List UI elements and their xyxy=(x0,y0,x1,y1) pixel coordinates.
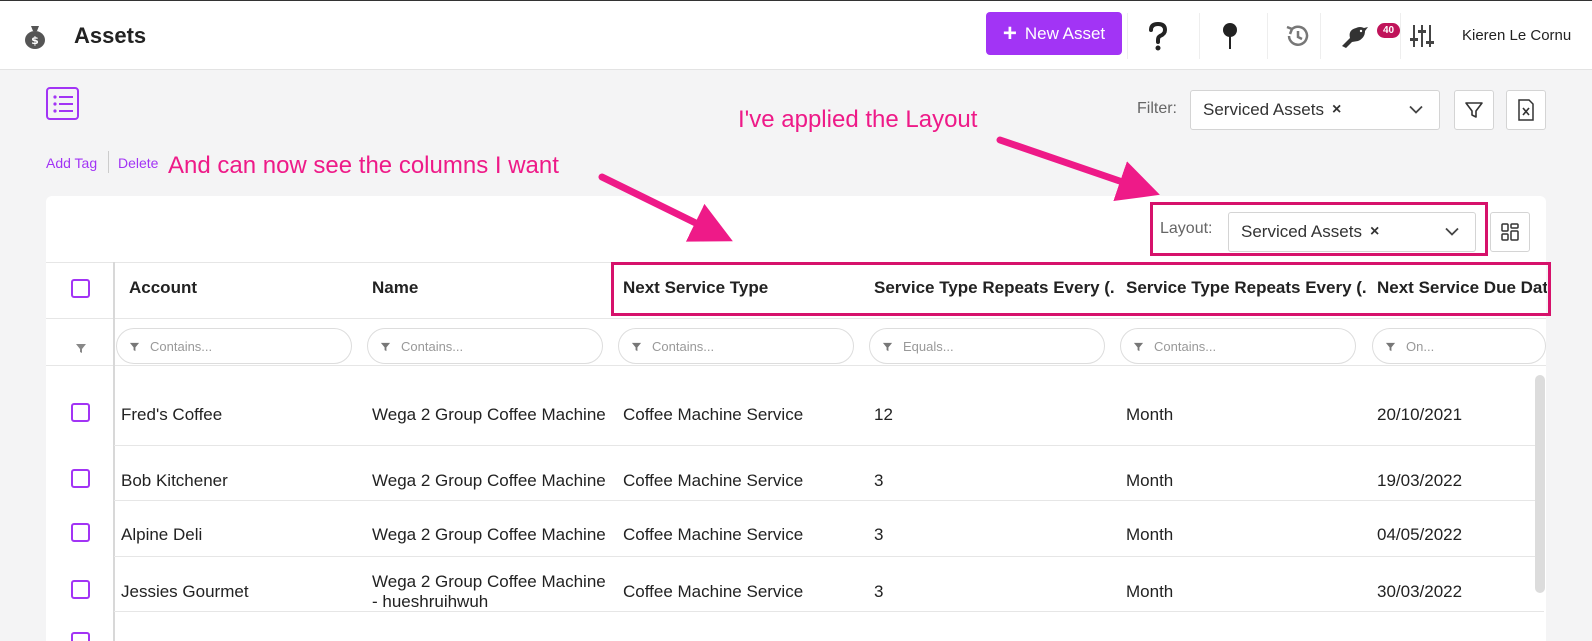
filter-select[interactable]: Serviced Assets × xyxy=(1190,90,1440,130)
location-button[interactable] xyxy=(1199,13,1259,59)
cell-repeats-unit: Month xyxy=(1126,471,1174,490)
money-bag-icon: $ xyxy=(25,26,45,49)
cell-repeats-value: 3 xyxy=(874,471,884,490)
cell-due-date: 20/10/2021 xyxy=(1377,405,1463,424)
cell-repeats-value: 3 xyxy=(874,582,884,601)
svg-text:$: $ xyxy=(31,34,39,47)
row-checkbox[interactable] xyxy=(71,632,90,641)
filter-placeholder: Equals... xyxy=(903,338,954,354)
grid-layout-icon xyxy=(1501,223,1519,241)
cell-name: Wega 2 Group Coffee Machine - hueshruihw… xyxy=(372,572,606,611)
cell-service-type: Coffee Machine Service xyxy=(623,525,804,544)
top-bar: $ Assets + New Asset 40 Kieren Le Cornu xyxy=(0,0,1592,70)
cell-service-type: Coffee Machine Service xyxy=(623,471,804,490)
funnel-icon xyxy=(882,342,893,351)
funnel-icon xyxy=(1385,342,1396,351)
list-icon xyxy=(52,94,73,113)
funnel-icon xyxy=(1133,342,1144,351)
cell-repeats-unit: Month xyxy=(1126,525,1174,544)
filter-input-repeats-unit[interactable]: Contains... xyxy=(1120,328,1356,364)
column-header-account[interactable]: Account xyxy=(129,278,349,298)
funnel-icon xyxy=(129,342,140,351)
annotation-layout-highlight xyxy=(1150,202,1488,256)
cell-due-date: 30/03/2022 xyxy=(1377,582,1463,601)
sliders-icon xyxy=(1409,25,1434,47)
cell-name: Wega 2 Group Coffee Machine xyxy=(372,405,606,424)
annotation-columns-note: And can now see the columns I want xyxy=(168,152,559,179)
cell-repeats-value: 12 xyxy=(874,405,893,424)
column-header-name[interactable]: Name xyxy=(372,278,592,298)
row-checkbox[interactable] xyxy=(71,523,90,542)
cell-service-type: Coffee Machine Service xyxy=(623,405,804,424)
filter-input-account[interactable]: Contains... xyxy=(116,328,352,364)
new-asset-button[interactable]: + New Asset xyxy=(986,12,1122,55)
row-divider xyxy=(114,611,1544,612)
filter-button[interactable] xyxy=(1454,90,1494,130)
vertical-scrollbar[interactable] xyxy=(1535,375,1545,593)
action-separator xyxy=(108,151,109,173)
cell-account: Alpine Deli xyxy=(121,525,203,544)
delete-link[interactable]: Delete xyxy=(118,155,158,171)
excel-file-icon xyxy=(1518,99,1534,121)
arrow-to-layout xyxy=(996,136,1160,202)
annotation-columns-highlight xyxy=(611,262,1551,316)
cell-service-type: Coffee Machine Service xyxy=(623,582,804,601)
row-filter-icon xyxy=(76,344,86,353)
cell-due-date: 19/03/2022 xyxy=(1377,471,1463,490)
cell-name: Wega 2 Group Coffee Machine xyxy=(372,525,606,544)
funnel-icon xyxy=(631,342,642,351)
row-divider xyxy=(114,500,1544,501)
cell-account: Jessies Gourmet xyxy=(121,582,249,601)
row-divider xyxy=(114,445,1544,446)
export-excel-button[interactable] xyxy=(1506,90,1546,130)
filter-select-value: Serviced Assets xyxy=(1203,100,1324,119)
filter-input-name[interactable]: Contains... xyxy=(367,328,603,364)
frozen-column-divider xyxy=(113,262,115,641)
clear-filter-icon[interactable]: × xyxy=(1332,101,1341,119)
row-divider xyxy=(114,556,1544,557)
filter-placeholder: Contains... xyxy=(401,338,464,354)
pin-icon xyxy=(1222,23,1237,49)
filter-placeholder: Contains... xyxy=(150,338,213,354)
bird-icon xyxy=(1341,27,1368,48)
user-name[interactable]: Kieren Le Cornu xyxy=(1462,27,1571,44)
cell-name: Wega 2 Group Coffee Machine xyxy=(372,471,606,490)
funnel-icon xyxy=(1465,102,1483,118)
filter-input-due-date[interactable]: On... xyxy=(1372,328,1546,364)
filter-placeholder: Contains... xyxy=(652,338,715,354)
row-checkbox[interactable] xyxy=(71,403,90,422)
notifications-button[interactable] xyxy=(1320,13,1386,59)
settings-button[interactable] xyxy=(1400,13,1442,59)
column-chooser-button[interactable] xyxy=(1490,212,1530,252)
history-icon xyxy=(1286,25,1308,46)
cell-account: Bob Kitchener xyxy=(121,471,228,490)
cell-repeats-unit: Month xyxy=(1126,582,1174,601)
add-tag-link[interactable]: Add Tag xyxy=(46,155,97,171)
page-title: Assets xyxy=(74,23,147,48)
select-all-checkbox[interactable] xyxy=(71,279,90,298)
funnel-icon xyxy=(380,342,391,351)
plus-icon: + xyxy=(1002,19,1017,47)
cell-account: Fred's Coffee xyxy=(121,405,223,424)
filter-input-repeats-value[interactable]: Equals... xyxy=(869,328,1105,364)
cell-repeats-unit: Month xyxy=(1126,405,1174,424)
annotation-layout-note: I've applied the Layout xyxy=(738,106,978,133)
notification-badge: 40 xyxy=(1377,23,1401,38)
cell-repeats-value: 3 xyxy=(874,525,884,544)
chevron-down-icon xyxy=(1409,105,1423,114)
row-checkbox[interactable] xyxy=(71,580,90,599)
filter-input-next-service-type[interactable]: Contains... xyxy=(618,328,854,364)
row-checkbox[interactable] xyxy=(71,469,90,488)
filter-placeholder: Contains... xyxy=(1154,338,1217,354)
filter-label: Filter: xyxy=(1137,100,1177,117)
history-button[interactable] xyxy=(1267,13,1327,59)
help-button[interactable] xyxy=(1127,13,1187,59)
filter-placeholder: On... xyxy=(1406,338,1435,354)
new-asset-label: New Asset xyxy=(1024,23,1106,43)
list-view-button[interactable] xyxy=(46,87,79,120)
cell-due-date: 04/05/2022 xyxy=(1377,525,1463,544)
question-mark-icon xyxy=(1148,21,1167,51)
